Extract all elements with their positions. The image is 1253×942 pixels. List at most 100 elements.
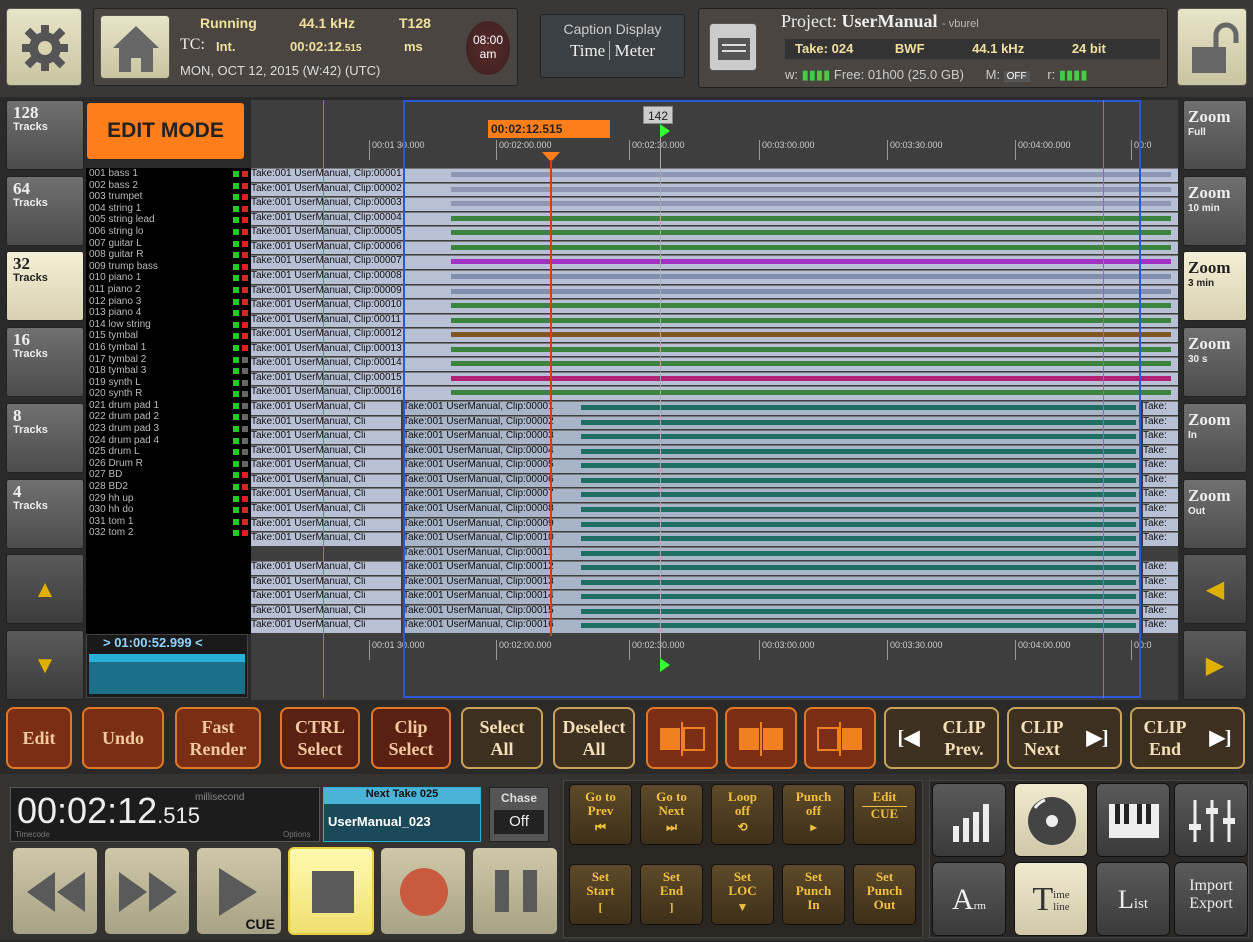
list-button[interactable]: List — [1096, 862, 1170, 936]
record-arm-indicator[interactable] — [242, 437, 248, 444]
ruler-bottom[interactable]: 00:01 30.000 00:02:00.000 00:02:30.000 00:0… — [251, 640, 1178, 660]
input-monitor-indicator[interactable] — [233, 472, 239, 479]
input-monitor-indicator[interactable] — [233, 391, 239, 398]
overview-bar[interactable] — [89, 654, 245, 694]
project-folder-button[interactable] — [709, 23, 757, 71]
record-arm-indicator[interactable] — [242, 518, 248, 525]
track-row[interactable]: 004 string 1 — [86, 203, 251, 215]
input-monitor-indicator[interactable] — [233, 507, 239, 514]
input-monitor-indicator[interactable] — [233, 518, 239, 525]
record-arm-indicator[interactable] — [242, 194, 248, 201]
arm-button[interactable]: Arm — [932, 862, 1006, 936]
clip-right[interactable]: Take: — [1143, 604, 1178, 619]
clip-left[interactable]: Take:001 UserManual, Cli — [251, 430, 401, 444]
track-row[interactable]: 011 piano 2 — [86, 284, 251, 296]
set-end-button[interactable]: Set End] — [640, 864, 703, 925]
undo-button[interactable]: Undo — [82, 707, 164, 769]
scroll-right-button[interactable]: ▶ — [1183, 630, 1247, 700]
track-row[interactable]: 015 tymbal — [86, 330, 251, 342]
settings-button[interactable] — [6, 8, 82, 86]
scroll-down-button[interactable]: ▼ — [6, 630, 84, 700]
clip-right[interactable]: Take: — [1143, 619, 1178, 633]
track-row[interactable]: 016 tymbal 1 — [86, 342, 251, 354]
record-arm-indicator[interactable] — [242, 205, 248, 212]
record-arm-indicator[interactable] — [242, 484, 248, 491]
clip-right[interactable]: Take: — [1143, 575, 1178, 590]
track-row[interactable]: 026 Drum R — [86, 458, 251, 470]
clip-right[interactable]: Take: — [1143, 517, 1178, 532]
input-monitor-indicator[interactable] — [233, 182, 239, 189]
split-center-button[interactable] — [725, 707, 797, 769]
clip-right[interactable]: Take: — [1143, 590, 1178, 604]
input-monitor-indicator[interactable] — [233, 321, 239, 328]
record-arm-indicator[interactable] — [242, 507, 248, 514]
record-arm-indicator[interactable] — [242, 263, 248, 270]
clip-prev-button[interactable]: [◀ CLIP Prev. — [884, 707, 999, 769]
ruler-top[interactable]: 00:01 30.000 00:02:00.000 00:02:30.000 00:0… — [251, 140, 1178, 160]
record-arm-indicator[interactable] — [242, 368, 248, 375]
record-arm-indicator[interactable] — [242, 298, 248, 305]
track-row[interactable]: 028 BD2 — [86, 481, 251, 493]
marker-flag-icon[interactable] — [660, 124, 670, 138]
keyboard-view-button[interactable] — [1096, 783, 1170, 857]
mixer-view-button[interactable] — [1174, 783, 1248, 857]
input-monitor-indicator[interactable] — [233, 275, 239, 282]
input-monitor-indicator[interactable] — [233, 240, 239, 247]
clip-right[interactable]: Take: — [1143, 473, 1178, 488]
record-arm-indicator[interactable] — [242, 228, 248, 235]
clip-left[interactable]: Take:001 UserManual, Cli — [251, 575, 401, 590]
track-row[interactable]: 020 synth R — [86, 388, 251, 400]
record-arm-indicator[interactable] — [242, 530, 248, 537]
input-monitor-indicator[interactable] — [233, 484, 239, 491]
clip-left[interactable]: Take:001 UserManual, Cli — [251, 604, 401, 619]
input-monitor-indicator[interactable] — [233, 217, 239, 224]
clip-right[interactable]: Take: — [1143, 401, 1178, 415]
clip-right[interactable]: Take: — [1143, 532, 1178, 546]
track-row[interactable]: 030 hh do — [86, 504, 251, 516]
input-monitor-indicator[interactable] — [233, 426, 239, 433]
zoom-full-button[interactable]: Zoom Full — [1183, 100, 1247, 170]
input-monitor-indicator[interactable] — [233, 252, 239, 259]
track-row[interactable]: 017 tymbal 2 — [86, 354, 251, 366]
timeline-button[interactable]: Time line — [1014, 862, 1088, 936]
input-monitor-indicator[interactable] — [233, 402, 239, 409]
zoom-in-button[interactable]: Zoom In — [1183, 403, 1247, 473]
clip-left[interactable]: Take:001 UserManual, Cli — [251, 459, 401, 473]
track-row[interactable]: 022 drum pad 2 — [86, 411, 251, 423]
input-monitor-indicator[interactable] — [233, 368, 239, 375]
record-arm-indicator[interactable] — [242, 310, 248, 317]
scroll-left-button[interactable]: ◀ — [1183, 554, 1247, 624]
record-arm-indicator[interactable] — [242, 449, 248, 456]
record-arm-indicator[interactable] — [242, 240, 248, 247]
edit-button[interactable]: Edit — [6, 707, 72, 769]
input-monitor-indicator[interactable] — [233, 344, 239, 351]
record-arm-indicator[interactable] — [242, 171, 248, 177]
record-arm-indicator[interactable] — [242, 344, 248, 351]
track-row[interactable]: 006 string lo — [86, 226, 251, 238]
edit-cue-button[interactable]: Edit CUE — [853, 784, 916, 845]
clip-left[interactable]: Take:001 UserManual, Cli — [251, 401, 401, 415]
split-right-button[interactable] — [804, 707, 876, 769]
loop-off-button[interactable]: Loop off ⟲ — [711, 784, 774, 845]
clip-next-button[interactable]: CLIP Next ▶] — [1007, 707, 1122, 769]
clip-right[interactable]: Take: — [1143, 430, 1178, 444]
clip-right[interactable]: Take: — [1143, 561, 1178, 575]
split-left-button[interactable] — [646, 707, 718, 769]
track-row[interactable]: 009 trump bass — [86, 261, 251, 273]
track-row[interactable]: 014 low string — [86, 319, 251, 331]
edit-mode-button[interactable]: EDIT MODE — [87, 103, 244, 159]
set-punch-in-button[interactable]: Set Punch In — [782, 864, 845, 925]
input-monitor-indicator[interactable] — [233, 263, 239, 270]
input-monitor-indicator[interactable] — [233, 379, 239, 386]
track-row[interactable]: 023 drum pad 3 — [86, 423, 251, 435]
track-row[interactable]: 019 synth L — [86, 377, 251, 389]
track-row[interactable]: 031 tom 1 — [86, 516, 251, 528]
set-loc-button[interactable]: Set LOC ▼ — [711, 864, 774, 925]
clip-left[interactable]: Take:001 UserManual, Cli — [251, 619, 401, 633]
lock-button[interactable] — [1177, 8, 1247, 86]
track-row[interactable]: 007 guitar L — [86, 238, 251, 250]
tracks-4-button[interactable]: 4 Tracks — [6, 479, 84, 549]
marker-flag-bottom-icon[interactable] — [660, 658, 670, 672]
input-monitor-indicator[interactable] — [233, 495, 239, 502]
input-monitor-indicator[interactable] — [233, 228, 239, 235]
